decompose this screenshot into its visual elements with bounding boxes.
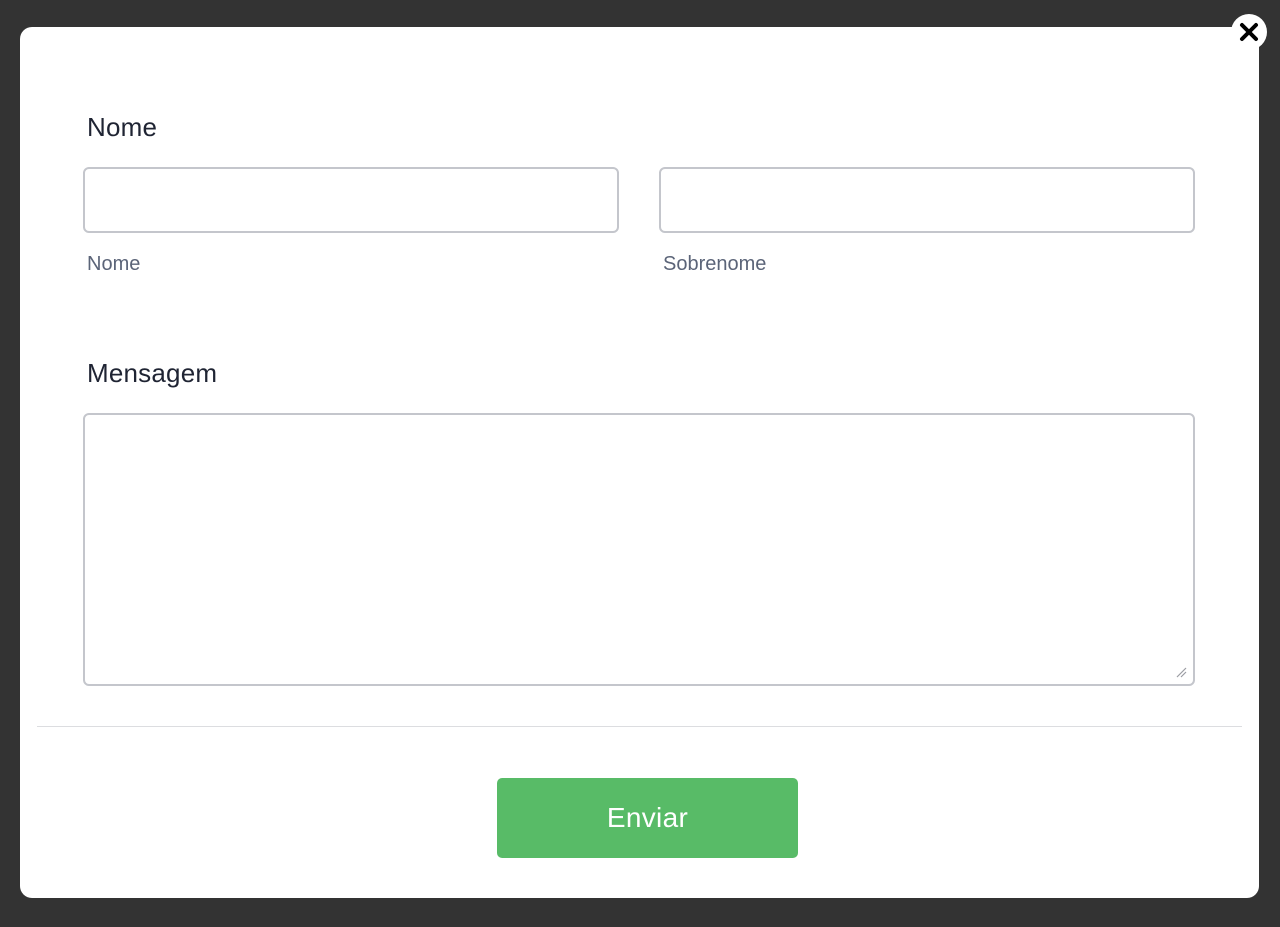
last-name-input[interactable] [659,167,1195,233]
close-button[interactable] [1231,14,1267,50]
name-section-label: Nome [87,112,158,142]
submit-button[interactable]: Enviar [497,778,798,858]
footer-divider [37,726,1242,727]
contact-form-modal: Nome Nome Sobrenome Mensagem Enviar [20,27,1259,898]
message-textarea[interactable] [83,413,1195,686]
first-name-input[interactable] [83,167,619,233]
resize-grip-icon[interactable] [1175,666,1187,678]
first-name-sublabel: Nome [87,253,141,275]
message-section-label: Mensagem [87,358,218,388]
close-icon [1240,23,1258,41]
last-name-sublabel: Sobrenome [663,253,767,275]
submit-button-label: Enviar [606,802,689,833]
